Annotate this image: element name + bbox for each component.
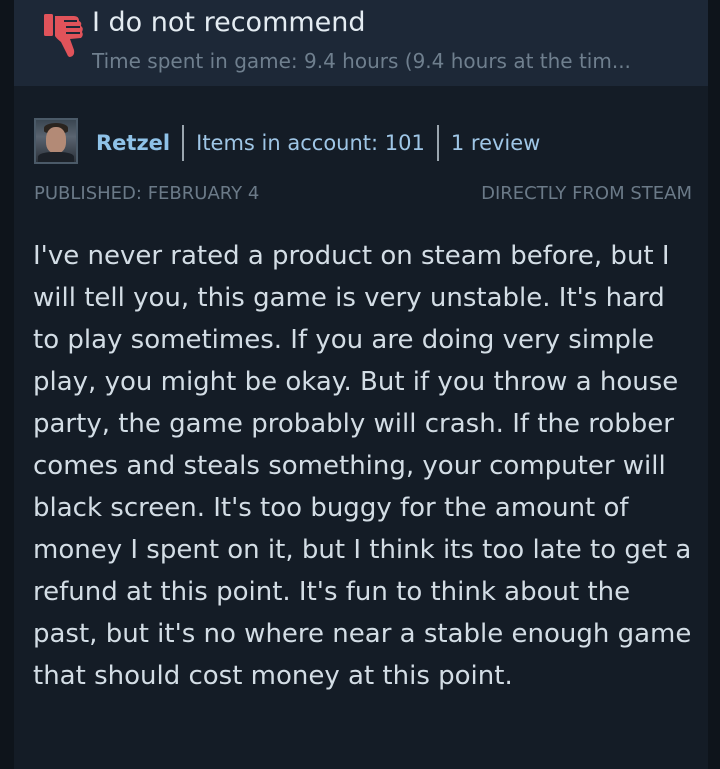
review-verdict-header: I do not recommend Time spent in game: 9…: [14, 0, 708, 86]
review-body: I've never rated a product on steam befo…: [33, 241, 692, 691]
playtime-info: Time spent in game: 9.4 hours (9.4 hours…: [92, 49, 631, 73]
divider: [182, 125, 185, 161]
author-username[interactable]: Retzel: [96, 131, 170, 155]
published-date: PUBLISHED: FEBRUARY 4: [34, 183, 260, 204]
review-source: DIRECTLY FROM STEAM: [481, 183, 692, 204]
items-in-account[interactable]: Items in account: 101: [196, 131, 425, 155]
thumbs-down-icon: [36, 10, 92, 66]
avatar[interactable]: [34, 118, 78, 164]
author-info: Retzel Items in account: 101 1 review: [96, 125, 541, 161]
recommendation-verdict[interactable]: I do not recommend: [92, 7, 366, 38]
divider: [436, 125, 439, 161]
review-count[interactable]: 1 review: [451, 131, 541, 155]
review-panel: Retzel Items in account: 101 1 review PU…: [14, 86, 708, 769]
